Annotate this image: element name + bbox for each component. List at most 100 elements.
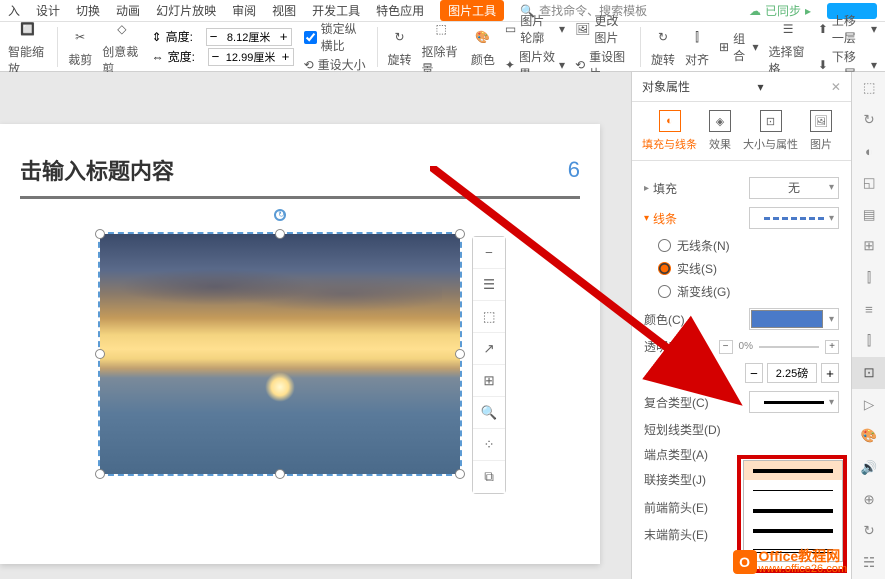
transparency-slider[interactable]: − 0% + — [719, 340, 839, 354]
rail-btn-13[interactable]: 🔊 — [852, 452, 885, 484]
transparency-inc[interactable]: + — [825, 340, 839, 354]
tool-minus[interactable]: − — [473, 237, 505, 269]
rail-btn-2[interactable]: ↻ — [852, 104, 885, 136]
rotate-button[interactable]: ↻ 旋转 — [388, 25, 412, 68]
selected-image[interactable] — [100, 234, 460, 474]
slide-canvas[interactable]: 击输入标题内容 6 − ☰ ⬚ ↗ ⊞ 🔍 ⁘ ⧉ — [0, 72, 631, 579]
panel-tab-picture[interactable]: 🖼 图片 — [810, 110, 832, 152]
width-inc[interactable]: + — [279, 49, 293, 65]
resize-handle-bm[interactable] — [275, 469, 285, 479]
width-dec[interactable]: − — [209, 49, 223, 65]
rail-btn-5[interactable]: ▤ — [852, 199, 885, 231]
line-preview[interactable] — [749, 207, 839, 229]
tab-view[interactable]: 视图 — [272, 2, 296, 19]
lock-ratio-checkbox[interactable]: 锁定纵横比 — [304, 20, 367, 54]
resize-handle-tm[interactable] — [275, 229, 285, 239]
panel-title: 对象属性 — [642, 78, 690, 95]
change-icon: 🖼 — [575, 22, 590, 36]
down-icon: ⬇ — [818, 58, 828, 72]
slider-track[interactable] — [759, 346, 819, 348]
select-pane-button[interactable]: ☰ 选择窗格 — [768, 17, 807, 77]
compound-opt-1[interactable] — [744, 461, 842, 481]
rail-btn-6[interactable]: ⊞ — [852, 230, 885, 262]
tool-copy[interactable]: ⧉ — [473, 461, 505, 493]
width-inc[interactable]: + — [821, 363, 839, 383]
rail-btn-8[interactable]: ≡ — [852, 294, 885, 326]
rail-btn-11[interactable]: ▷ — [852, 389, 885, 421]
tool-crop[interactable]: ⬚ — [473, 301, 505, 333]
width-input[interactable] — [223, 51, 279, 63]
rail-btn-1[interactable]: ⬚ — [852, 72, 885, 104]
tool-pixels[interactable]: ⁘ — [473, 429, 505, 461]
panel-close-button[interactable]: ✕ — [831, 80, 841, 94]
resize-handle-bl[interactable] — [95, 469, 105, 479]
rail-btn-4[interactable]: ◱ — [852, 167, 885, 199]
rail-btn-15[interactable]: ↻ — [852, 516, 885, 548]
rotation-handle[interactable] — [274, 209, 286, 221]
size-controls: ⇕ 高度: − + ⇔ 宽度: − + — [152, 28, 294, 66]
height-inc[interactable]: + — [277, 29, 291, 45]
smart-zoom-button[interactable]: 🔲 智能缩放 — [8, 17, 47, 77]
cloud-icon: ☁ — [749, 4, 761, 18]
compound-type-select[interactable] — [749, 391, 839, 413]
height-spinner[interactable]: − + — [206, 28, 292, 46]
transparency-dec[interactable]: − — [719, 340, 733, 354]
resize-handle-tl[interactable] — [95, 229, 105, 239]
width-input[interactable] — [767, 363, 817, 383]
group-button[interactable]: ⊞ 组合 ▾ — [719, 30, 758, 64]
height-dec[interactable]: − — [207, 29, 221, 45]
line-color-picker[interactable] — [749, 308, 839, 330]
line-width-spinner[interactable]: − + — [745, 363, 839, 383]
sunset-image[interactable] — [100, 234, 460, 474]
palette-icon: 🎨 — [471, 25, 495, 49]
reset-size-button[interactable]: ⟲ 重设大小 — [304, 56, 367, 73]
width-dec[interactable]: − — [745, 363, 763, 383]
resize-handle-br[interactable] — [455, 469, 465, 479]
tool-zoom[interactable]: 🔍 — [473, 397, 505, 429]
panel-tab-effects[interactable]: ◈ 效果 — [709, 110, 731, 152]
fill-section[interactable]: ▸填充 无 — [644, 177, 839, 199]
line-gradient-radio[interactable]: 渐变线(G) — [658, 283, 839, 300]
pic-outline-button[interactable]: ▭ 图片轮廓 ▾ — [505, 12, 565, 46]
remove-bg-button[interactable]: ⬚ 抠除背景 — [422, 17, 461, 77]
line-section[interactable]: ▾线条 — [644, 207, 839, 229]
width-spinner[interactable]: − + — [208, 48, 294, 66]
creative-crop-button[interactable]: ◇ 创意裁剪 — [102, 17, 141, 77]
slide-title[interactable]: 击输入标题内容 6 — [20, 154, 580, 199]
change-pic-button[interactable]: 🖼 更改图片 — [575, 12, 630, 46]
tool-grid[interactable]: ⊞ — [473, 365, 505, 397]
line-none-radio[interactable]: 无线条(N) — [658, 237, 839, 254]
color-button[interactable]: 🎨 颜色 — [471, 25, 495, 68]
move-up-button[interactable]: ⬆ 上移一层 ▾ — [818, 12, 877, 46]
resize-handle-tr[interactable] — [455, 229, 465, 239]
tab-special[interactable]: 特色应用 — [376, 2, 424, 19]
resize-handle-rm[interactable] — [455, 349, 465, 359]
compound-opt-2[interactable] — [744, 481, 842, 501]
align-button[interactable]: ⫿ 对齐 — [685, 25, 709, 68]
compound-opt-4[interactable] — [744, 521, 842, 541]
rail-btn-props[interactable]: ⊡ — [852, 357, 885, 389]
panel-tab-size[interactable]: ⊡ 大小与属性 — [743, 110, 798, 152]
tool-expand[interactable]: ↗ — [473, 333, 505, 365]
height-input[interactable] — [221, 31, 277, 43]
rail-btn-16[interactable]: ☵ — [852, 547, 885, 579]
rail-btn-3[interactable]: ◐ — [852, 135, 885, 167]
panel-tab-fill-line[interactable]: ◐ 填充与线条 — [642, 110, 697, 152]
tab-review[interactable]: 审阅 — [232, 2, 256, 19]
rail-btn-12[interactable]: 🎨 — [852, 421, 885, 453]
line-solid-radio[interactable]: 实线(S) — [658, 260, 839, 277]
tab-devtools[interactable]: 开发工具 — [312, 2, 360, 19]
rail-btn-14[interactable]: ⊕ — [852, 484, 885, 516]
rail-btn-7[interactable]: ⫿ — [852, 262, 885, 294]
fill-select[interactable]: 无 — [749, 177, 839, 199]
resize-handle-lm[interactable] — [95, 349, 105, 359]
tool-layers[interactable]: ☰ — [473, 269, 505, 301]
rotate2-button[interactable]: ↻ 旋转 — [651, 25, 675, 68]
compound-opt-3[interactable] — [744, 501, 842, 521]
slide[interactable]: 击输入标题内容 6 − ☰ ⬚ ↗ ⊞ 🔍 ⁘ ⧉ — [0, 124, 600, 564]
crop-button[interactable]: ✂ 裁剪 — [68, 25, 92, 68]
tab-transition[interactable]: 切换 — [76, 2, 100, 19]
rail-btn-9[interactable]: ⫿ — [852, 326, 885, 358]
outline-icon: ▭ — [505, 22, 516, 36]
tab-slideshow[interactable]: 幻灯片放映 — [156, 2, 216, 19]
